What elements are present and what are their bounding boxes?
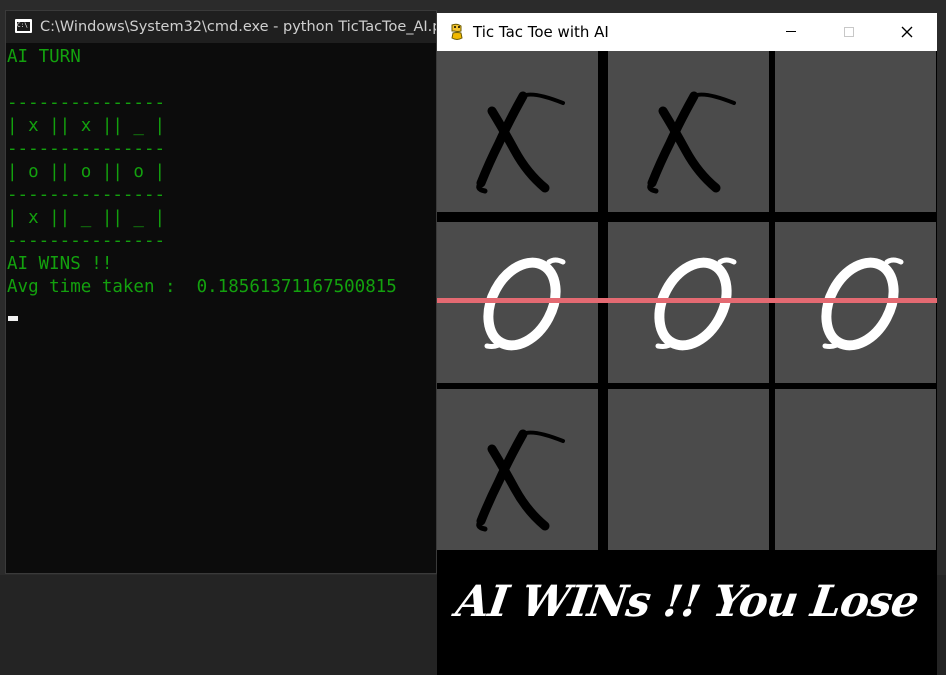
x-mark (476, 91, 565, 194)
console-line: AI WINS !! (7, 254, 113, 274)
board-cell[interactable] (437, 51, 598, 212)
board-cell[interactable] (775, 389, 936, 550)
console-line: Avg time taken : 0.18561371167500815 (7, 277, 397, 297)
cmd-titlebar[interactable]: C:\Windows\System32\cmd.exe - python Tic… (6, 11, 436, 43)
board-cell[interactable] (437, 389, 598, 550)
board-cell[interactable] (775, 51, 936, 212)
close-icon (901, 26, 913, 38)
game-window-title: Tic Tac Toe with AI (473, 23, 609, 41)
board-cell[interactable] (608, 51, 769, 212)
console-line: | o || o || o | (7, 162, 166, 182)
console-line: AI TURN (7, 47, 81, 67)
console-line: | x || x || _ | (7, 116, 166, 136)
x-mark (647, 91, 736, 194)
console-line: --------------- (7, 231, 166, 251)
text-cursor (8, 316, 18, 321)
result-banner: AI WINs !! You Lose (437, 551, 937, 675)
close-button[interactable] (878, 13, 936, 51)
cmd-window-title: C:\Windows\System32\cmd.exe - python Tic… (40, 19, 436, 35)
maximize-button[interactable] (820, 13, 878, 51)
console-line: --------------- (7, 93, 166, 113)
result-text: AI WINs !! You Lose (452, 577, 922, 627)
game-window[interactable]: Tic Tac Toe with AI AI WINs !! You Lose (437, 13, 937, 675)
cmd-window[interactable]: C:\Windows\System32\cmd.exe - python Tic… (5, 10, 437, 574)
x-mark (476, 429, 565, 532)
pygame-snake-icon (451, 23, 463, 40)
console-line: --------------- (7, 185, 166, 205)
board-cell[interactable] (608, 389, 769, 550)
console-output[interactable]: AI TURN --------------- | x || x || _ | … (6, 46, 436, 321)
winning-line (437, 298, 937, 303)
cmd-icon (15, 19, 32, 33)
minimize-button[interactable] (762, 13, 820, 51)
game-titlebar[interactable]: Tic Tac Toe with AI (437, 13, 937, 51)
console-line: | x || _ || _ | (7, 208, 166, 228)
game-board (437, 51, 937, 551)
console-line: --------------- (7, 139, 166, 159)
